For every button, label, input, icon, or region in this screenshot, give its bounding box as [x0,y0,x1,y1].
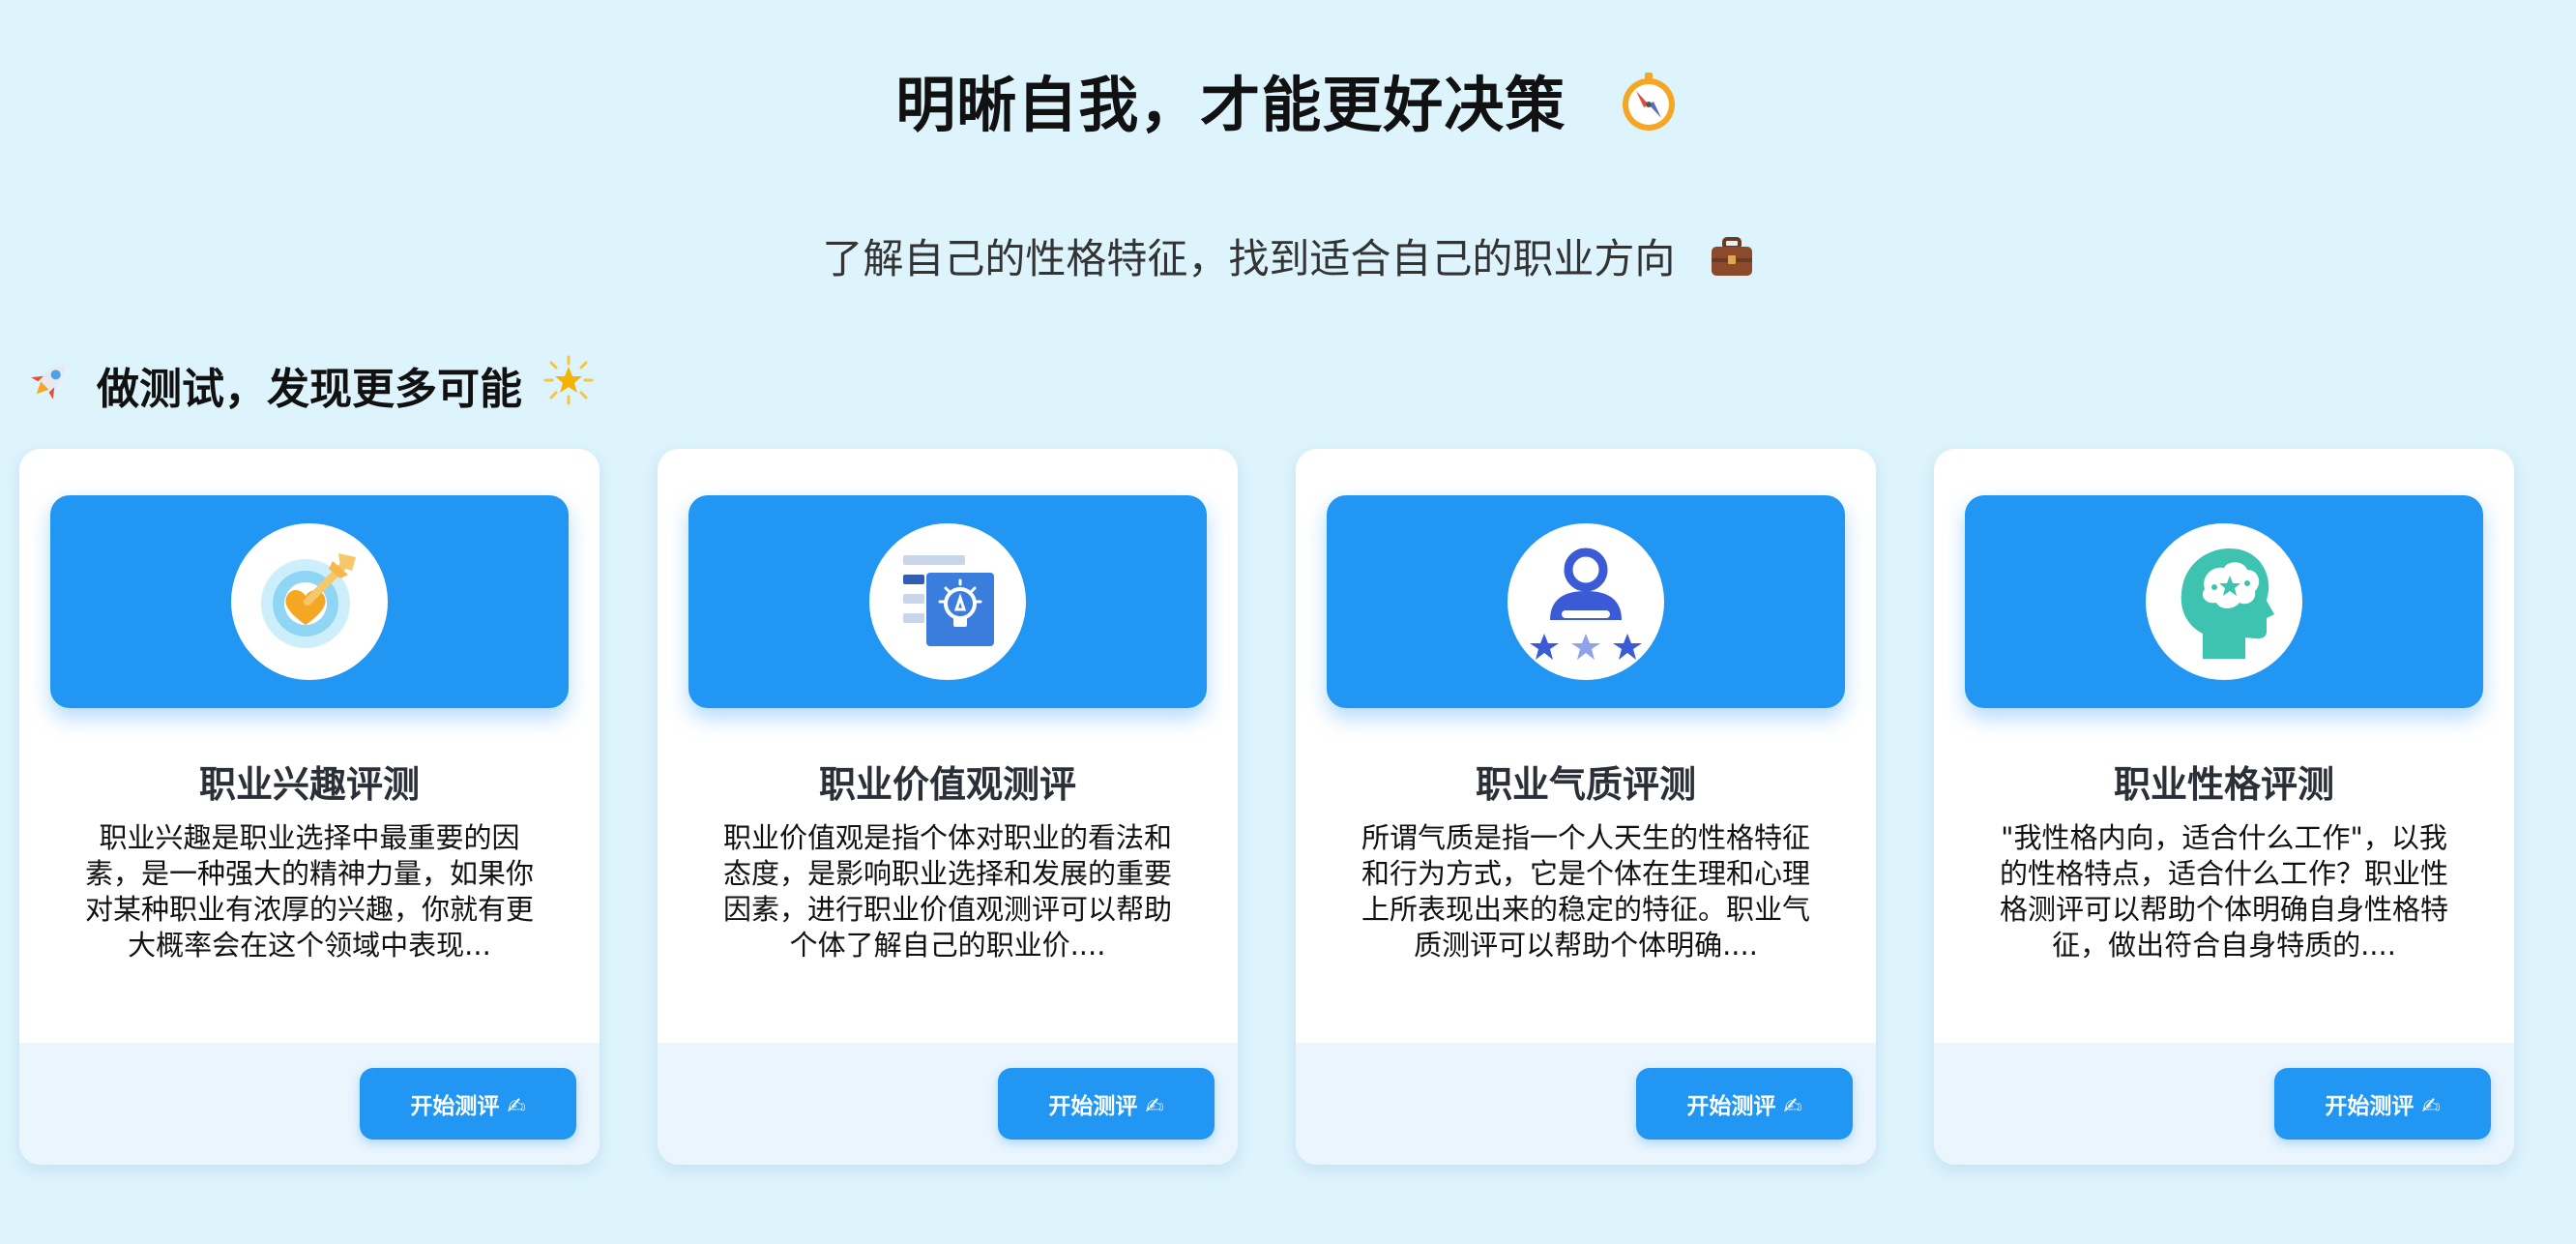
section-heading: 做测试，发现更多可能 [25,354,594,416]
card-description: 所谓气质是指一个人天生的性格特征和行为方式，它是个体在生理和心理上所表现出来的稳… [1361,821,1810,962]
card-title: 职业兴趣评测 [198,763,420,806]
section-title: 做测试，发现更多可能 [97,365,522,414]
start-assessment-button[interactable]: 开始测评 ✍ [360,1068,576,1140]
compass-icon [1617,70,1681,148]
start-assessment-button[interactable]: 开始测评 ✍ [2274,1068,2491,1140]
page-title: 明晰自我，才能更好决策 [895,70,1566,140]
card-description: 职业兴趣是职业选择中最重要的因素，是一种强大的精神力量，如果你对某种职业有浓厚的… [84,821,534,962]
hero-title-row: 明晰自我，才能更好决策 [0,56,2576,148]
card-title: 职业价值观测评 [818,763,1076,806]
person-stars-icon [1523,537,1649,666]
card-description: "我性格内向，适合什么工作"，以我的性格特点，适合什么工作？职业性格测评可以帮助… [1999,821,2448,962]
card-icon-badge [1508,523,1664,680]
card-footer: 开始测评 ✍ [19,1043,600,1165]
card-footer: 开始测评 ✍ [658,1043,1238,1165]
lightbulb-list-icon [890,542,1006,662]
card-banner [1965,495,2483,708]
page-subtitle: 了解自己的性格特征，找到适合自己的职业方向 [822,235,1676,282]
card-title: 职业气质评测 [1475,763,1696,806]
target-heart-icon [251,542,367,662]
start-assessment-button[interactable]: 开始测评 ✍ [1636,1068,1853,1140]
assessment-card-temperament[interactable]: 职业气质评测 所谓气质是指一个人天生的性格特征和行为方式，它是个体在生理和心理上… [1296,449,1876,1165]
card-icon-badge [869,523,1026,680]
card-footer: 开始测评 ✍ [1934,1043,2514,1165]
assessment-card-interest[interactable]: 职业兴趣评测 职业兴趣是职业选择中最重要的因素，是一种强大的精神力量，如果你对某… [19,449,600,1165]
card-footer: 开始测评 ✍ [1296,1043,1876,1165]
card-icon-badge [231,523,388,680]
hero-subtitle-row: 了解自己的性格特征，找到适合自己的职业方向 [0,226,2576,287]
card-banner [50,495,569,708]
rocket-icon [25,355,75,416]
assessment-card-values[interactable]: 职业价值观测评 职业价值观是指个体对职业的看法和态度，是影响职业选择和发展的重要… [658,449,1238,1165]
card-banner [1327,495,1845,708]
glowing-star-icon [543,355,594,416]
card-icon-badge [2146,523,2302,680]
head-brain-icon [2166,537,2282,666]
card-banner [688,495,1207,708]
assessment-cards: 职业兴趣评测 职业兴趣是职业选择中最重要的因素，是一种强大的精神力量，如果你对某… [19,449,2514,1165]
briefcase-icon [1710,236,1754,287]
card-description: 职业价值观是指个体对职业的看法和态度，是影响职业选择和发展的重要因素，进行职业价… [722,821,1172,962]
start-assessment-button[interactable]: 开始测评 ✍ [998,1068,1215,1140]
assessment-card-personality[interactable]: 职业性格评测 "我性格内向，适合什么工作"，以我的性格特点，适合什么工作？职业性… [1934,449,2514,1165]
card-title: 职业性格评测 [2113,763,2334,806]
